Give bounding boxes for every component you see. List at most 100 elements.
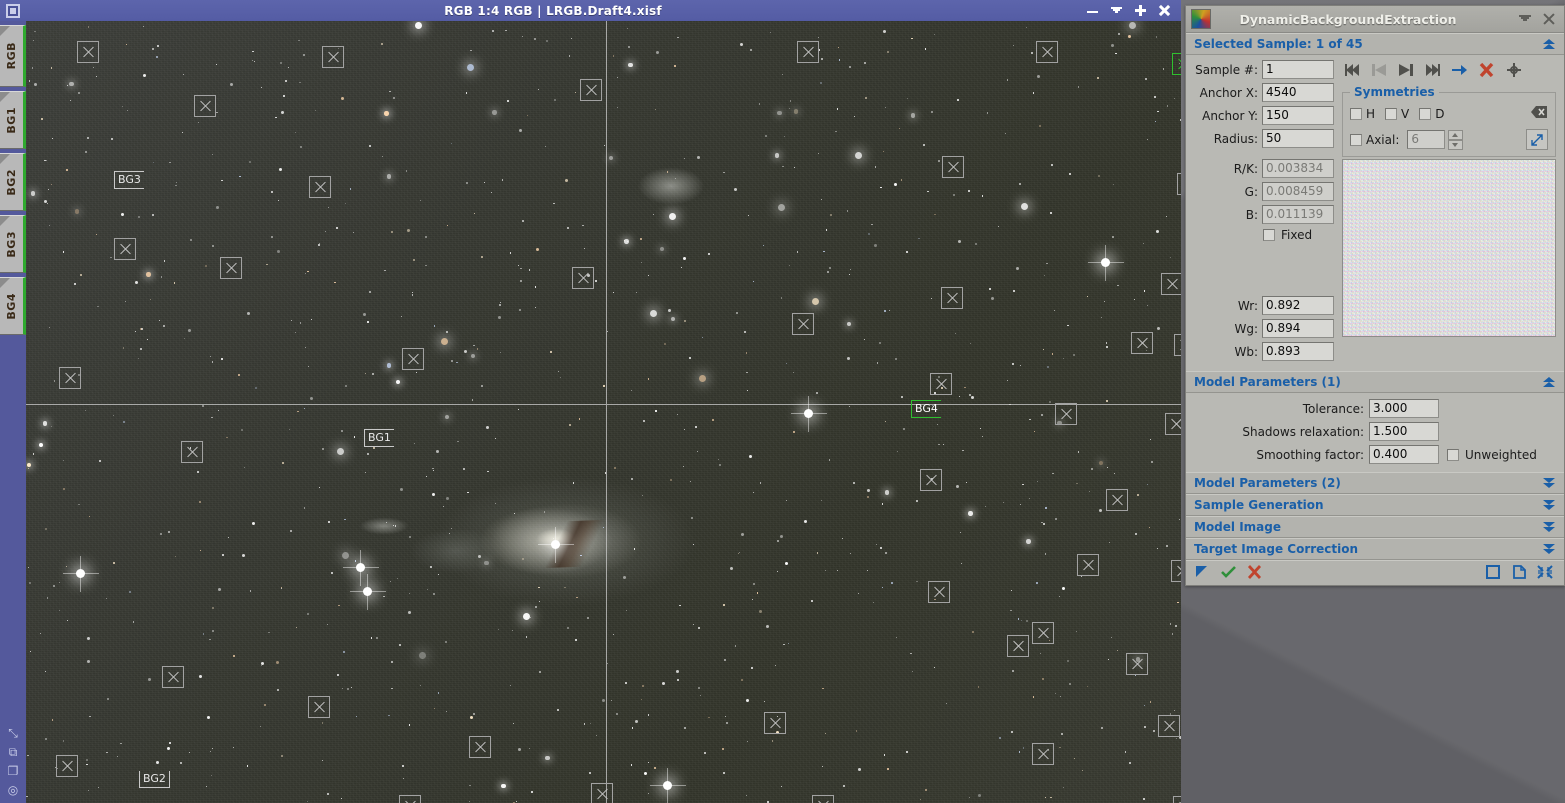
section-sample-generation[interactable]: Sample Generation xyxy=(1186,494,1564,516)
sample-marker[interactable] xyxy=(308,696,330,718)
sample-marker[interactable] xyxy=(399,795,421,803)
sample-marker[interactable] xyxy=(1036,41,1058,63)
preview-label-bg1[interactable]: BG1 xyxy=(364,429,394,447)
section-model-parameters-1[interactable]: Model Parameters (1) xyxy=(1186,371,1564,393)
sidebar-item-bg4[interactable]: BG4 xyxy=(0,277,26,335)
symmetry-v-checkbox[interactable]: V xyxy=(1385,107,1409,121)
sample-marker[interactable] xyxy=(220,257,242,279)
dialog-titlebar[interactable]: DynamicBackgroundExtraction xyxy=(1186,6,1564,33)
sample-marker[interactable] xyxy=(1032,622,1054,644)
sample-marker[interactable] xyxy=(1126,653,1148,675)
new-instance-button[interactable] xyxy=(1510,564,1530,582)
image-window-titlebar[interactable]: RGB 1:4 RGB | LRGB.Draft4.xisf xyxy=(0,0,1181,21)
sample-marker[interactable] xyxy=(764,712,786,734)
sample-noise-preview[interactable] xyxy=(1342,159,1556,337)
sample-marker[interactable] xyxy=(1158,715,1180,737)
sample-marker[interactable] xyxy=(591,783,613,803)
minimize-button[interactable] xyxy=(1086,4,1099,17)
sample-marker[interactable] xyxy=(77,41,99,63)
symmetry-h-box[interactable] xyxy=(1350,107,1362,120)
sample-marker[interactable] xyxy=(1161,273,1181,295)
dialog-rollup-button[interactable] xyxy=(1519,13,1531,25)
image-canvas[interactable]: BG3 BG1 BG4 BG2 xyxy=(26,21,1181,803)
crop-tool-icon[interactable]: ⧉ xyxy=(0,742,26,761)
sidebar-item-bg3[interactable]: BG3 xyxy=(0,215,26,273)
sample-marker[interactable] xyxy=(792,313,814,335)
section-model-image[interactable]: Model Image xyxy=(1186,516,1564,538)
goto-sample-button[interactable] xyxy=(1451,62,1469,78)
axial-count-field[interactable]: 6 xyxy=(1407,130,1446,149)
sample-marker[interactable] xyxy=(928,581,950,603)
sample-number-field[interactable]: 1 xyxy=(1262,60,1334,79)
sample-marker[interactable] xyxy=(942,156,964,178)
sample-marker[interactable] xyxy=(56,755,78,777)
last-sample-button[interactable] xyxy=(1424,62,1442,78)
preview-label-bg3[interactable]: BG3 xyxy=(114,171,144,189)
sample-marker[interactable] xyxy=(1165,413,1181,435)
sample-marker[interactable] xyxy=(580,79,602,101)
symmetry-v-box[interactable] xyxy=(1385,107,1398,120)
sample-marker[interactable] xyxy=(941,287,963,309)
axial-checkbox[interactable] xyxy=(1350,133,1362,146)
preview-label-bg4[interactable]: BG4 xyxy=(911,400,941,418)
fixed-box[interactable] xyxy=(1263,229,1275,241)
reset-button[interactable] xyxy=(1246,564,1266,582)
sample-marker[interactable] xyxy=(1106,489,1128,511)
sample-marker[interactable] xyxy=(1055,403,1077,425)
chevron-down-icon-mi[interactable] xyxy=(1542,521,1556,533)
section-target-image-correction[interactable]: Target Image Correction xyxy=(1186,538,1564,560)
sample-marker[interactable] xyxy=(114,238,136,260)
sidebar-item-bg1[interactable]: BG1 xyxy=(0,91,26,149)
weight-r-field[interactable]: 0.892 xyxy=(1262,296,1334,315)
sample-marker[interactable] xyxy=(930,373,952,395)
dialog-close-button[interactable] xyxy=(1543,13,1555,25)
weight-g-field[interactable]: 0.894 xyxy=(1262,319,1334,338)
chevron-up-icon-mp1[interactable] xyxy=(1542,376,1556,388)
shadows-relaxation-field[interactable]: 1.500 xyxy=(1369,422,1439,441)
browse-documentation-button[interactable] xyxy=(1484,564,1504,582)
unweighted-checkbox[interactable]: Unweighted xyxy=(1447,448,1537,462)
sample-marker[interactable] xyxy=(194,95,216,117)
sample-marker[interactable] xyxy=(1177,173,1181,195)
sample-marker[interactable] xyxy=(181,441,203,463)
apply-symmetries-icon[interactable] xyxy=(1526,129,1548,150)
weight-b-field[interactable]: 0.893 xyxy=(1262,342,1334,361)
chevron-down-icon-tic[interactable] xyxy=(1542,543,1556,555)
symmetry-d-checkbox[interactable]: D xyxy=(1419,107,1445,121)
symmetry-h-checkbox[interactable]: H xyxy=(1350,107,1375,121)
sample-marker[interactable] xyxy=(1077,554,1099,576)
anchor-x-field[interactable]: 4540 xyxy=(1262,83,1334,102)
sample-marker[interactable] xyxy=(162,666,184,688)
sample-marker[interactable] xyxy=(1171,560,1181,582)
resize-tool-icon[interactable]: ⤡ xyxy=(0,723,26,742)
fixed-checkbox[interactable]: Fixed xyxy=(1263,228,1334,242)
duplicate-tool-icon[interactable]: ❐ xyxy=(0,761,26,780)
axial-stepper[interactable] xyxy=(1448,129,1464,150)
rollup-button[interactable] xyxy=(1110,4,1123,17)
symmetry-d-box[interactable] xyxy=(1419,107,1432,120)
section-selected-sample[interactable]: Selected Sample: 1 of 45 xyxy=(1186,33,1564,55)
smoothing-factor-field[interactable]: 0.400 xyxy=(1369,445,1439,464)
sample-marker[interactable] xyxy=(1173,796,1181,803)
chevron-down-icon-mp2[interactable] xyxy=(1542,477,1556,489)
unweighted-box[interactable] xyxy=(1447,448,1459,461)
sample-marker[interactable] xyxy=(920,469,942,491)
sample-marker[interactable] xyxy=(322,46,344,68)
previous-sample-button[interactable] xyxy=(1370,62,1388,78)
section-model-parameters-2[interactable]: Model Parameters (2) xyxy=(1186,472,1564,494)
apply-to-view-button[interactable] xyxy=(1194,564,1214,582)
maximize-button[interactable] xyxy=(1134,4,1147,17)
sample-marker[interactable] xyxy=(1032,743,1054,765)
collapse-button[interactable] xyxy=(1536,564,1556,582)
sidebar-item-bg2[interactable]: BG2 xyxy=(0,153,26,211)
sample-marker[interactable] xyxy=(59,367,81,389)
target-tool-icon[interactable]: ◎ xyxy=(0,780,26,799)
sidebar-item-rgb[interactable]: RGB xyxy=(0,25,26,87)
center-sample-button[interactable] xyxy=(1505,62,1523,78)
radius-field[interactable]: 50 xyxy=(1262,129,1334,148)
sample-marker[interactable] xyxy=(469,736,491,758)
next-sample-button[interactable] xyxy=(1397,62,1415,78)
first-sample-button[interactable] xyxy=(1343,62,1361,78)
tolerance-field[interactable]: 3.000 xyxy=(1369,399,1439,418)
sample-marker[interactable] xyxy=(1172,53,1181,75)
